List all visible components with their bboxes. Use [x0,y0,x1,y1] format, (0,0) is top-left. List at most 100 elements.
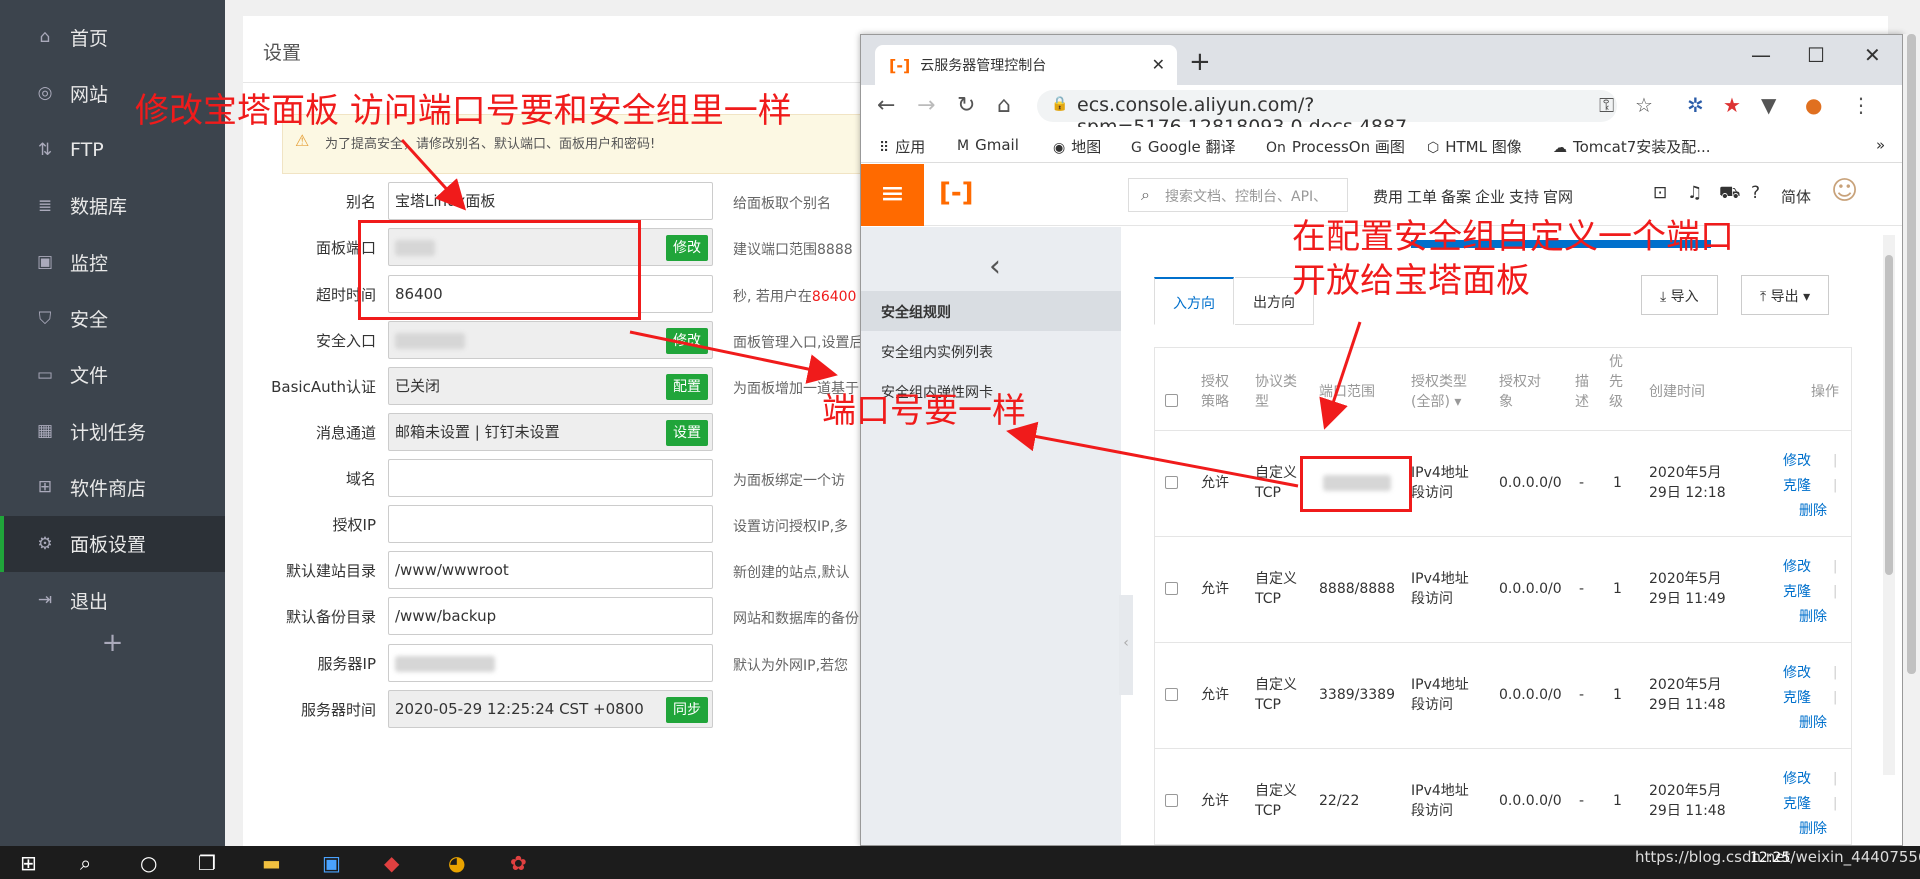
close-window-button[interactable]: ✕ [1864,43,1881,67]
bookmark[interactable]: ◉ 地图 [1053,136,1101,157]
row-action-modify[interactable]: 修改 [1783,555,1811,580]
field-action-button[interactable]: 同步 [666,697,708,723]
new-tab-button[interactable]: + [1189,47,1211,77]
minimize-button[interactable]: — [1751,43,1771,67]
row-action-modify[interactable]: 修改 [1783,449,1811,474]
field-action-button[interactable]: 修改 [666,235,708,261]
row-checkbox[interactable] [1165,688,1178,701]
avatar[interactable]: ☺ [1831,176,1858,206]
bookmark[interactable]: On ProcessOn 画图 [1266,136,1405,157]
row-action-delete[interactable]: 删除 [1799,499,1827,524]
header-link[interactable]: 官网 [1543,186,1573,207]
windows-start-icon[interactable]: ⊞ [20,851,37,875]
file-explorer-icon[interactable]: ▬ [262,851,281,875]
column-header[interactable]: 授权类型 (全部) ▾ [1411,372,1467,412]
field-input[interactable]: 2020-05-29 12:25:24 CST +0800 同步 [388,690,713,728]
row-action-clone[interactable]: 克隆 [1783,474,1811,499]
sidebar-item[interactable]: ▣ 监控 [0,234,225,290]
sidebar-item[interactable]: ⚙ 面板设置 [0,515,225,572]
sidebar-item[interactable]: ≣ 数据库 [0,178,225,234]
field-action-button[interactable]: 设置 [666,420,708,446]
row-action-modify[interactable]: 修改 [1783,661,1811,686]
back-icon[interactable]: ← [877,93,895,118]
sidebar-item[interactable]: ⛉ 安全 [0,291,225,347]
extension-icon[interactable]: ★ [1723,93,1741,117]
field-input[interactable]: 邮箱未设置 | 钉钉未设置 设置 [388,413,713,451]
row-action-delete[interactable]: 删除 [1799,605,1827,630]
add-icon[interactable]: + [0,628,225,658]
help-icon[interactable]: ? [1751,183,1760,203]
field-input[interactable]: /www/backup [388,597,713,635]
field-input[interactable] [388,644,713,682]
hamburger-menu-icon[interactable]: ≡ [861,164,924,226]
task-view-icon[interactable]: ❐ [198,851,216,875]
header-link[interactable]: 备案 [1441,186,1471,207]
sidebar-item[interactable]: ▦ 计划任务 [0,403,225,459]
sidebar-item[interactable]: ⌂ 首页 [0,9,225,65]
aliyun-search[interactable]: ⌕ 搜索文档、控制台、API、 [1128,178,1348,212]
row-action-modify[interactable]: 修改 [1783,767,1811,792]
chevron-left-icon[interactable]: ‹ [989,249,1001,284]
import-button[interactable]: ⤓ 导入 [1641,275,1718,315]
cortana-icon[interactable]: ○ [140,851,157,875]
browser-tab[interactable]: [-] 云服务器管理控制台 ✕ [875,45,1177,85]
language-switch[interactable]: 简体 [1781,186,1811,207]
chrome-icon[interactable]: ◕ [448,851,465,875]
row-action-clone[interactable]: 克隆 [1783,580,1811,605]
menu-item[interactable]: 安全组内实例列表 [861,331,1121,371]
forward-icon[interactable]: → [917,93,935,118]
export-button[interactable]: ⤒ 导出 ▾ [1741,275,1830,315]
row-action-delete[interactable]: 删除 [1799,817,1827,842]
field-input[interactable]: 宝塔Linux面板 [388,182,713,220]
search-icon[interactable]: ⌕ [80,851,91,875]
field-input[interactable] [388,459,713,497]
app-icon[interactable]: ✿ [510,851,527,875]
address-bar[interactable]: 🔒 ecs.console.aliyun.com/?spm=5176.12818… [1037,90,1617,138]
row-checkbox[interactable] [1165,794,1178,807]
bookmark[interactable]: M Gmail [957,136,1019,154]
sidebar-item[interactable]: ▭ 文件 [0,347,225,403]
home-icon[interactable]: ⌂ [997,93,1011,118]
app-icon[interactable]: ◆ [384,851,399,875]
collapse-handle[interactable]: ‹ [1119,595,1133,695]
bookmark[interactable]: ☁ Tomcat7安装及配... [1553,136,1711,157]
close-tab-icon[interactable]: ✕ [1152,55,1165,74]
sidebar-item[interactable]: ⊞ 软件商店 [0,459,225,515]
store-icon[interactable]: ▣ [322,851,341,875]
maximize-button[interactable]: ☐ [1807,43,1825,67]
extension-icon[interactable]: ✲ [1687,93,1704,117]
field-input[interactable] [388,505,713,543]
field-input[interactable]: 已关闭 配置 [388,367,713,405]
row-action-clone[interactable]: 克隆 [1783,792,1811,817]
row-action-delete[interactable]: 删除 [1799,711,1827,736]
row-checkbox[interactable] [1165,582,1178,595]
header-link[interactable]: 支持 [1509,186,1539,207]
reload-icon[interactable]: ↻ [957,93,975,118]
header-link[interactable]: 费用 [1373,186,1403,207]
star-icon[interactable]: ☆ [1635,93,1653,117]
row-action-clone[interactable]: 克隆 [1783,686,1811,711]
more-bookmarks-icon[interactable]: » [1876,136,1885,154]
key-icon[interactable]: ⚿ [1599,93,1614,117]
bookmark[interactable]: ⠿ 应用 [879,136,925,157]
bookmark[interactable]: ⬡ HTML 图像 [1427,136,1522,157]
row-checkbox[interactable] [1165,476,1178,489]
terminal-icon[interactable]: ⊡ [1653,183,1667,203]
bell-icon[interactable]: ♫ [1687,183,1702,203]
field-action-button[interactable]: 配置 [666,374,708,400]
page-scrollbar[interactable] [1903,34,1920,846]
cart-icon[interactable]: ⛟ [1719,183,1740,205]
profile-icon[interactable]: ● [1805,93,1822,117]
header-link[interactable]: 工单 [1407,186,1437,207]
header-link[interactable]: 企业 [1475,186,1505,207]
tab-inbound[interactable]: 入方向 [1154,277,1234,325]
bookmark[interactable]: G Google 翻译 [1131,136,1236,157]
select-all-checkbox[interactable] [1165,394,1178,407]
scrollbar[interactable] [1883,235,1895,775]
extension-icon[interactable]: ▼ [1761,93,1776,117]
menu-icon[interactable]: ⋮ [1851,93,1871,117]
menu-item[interactable]: 安全组规则 [861,291,1121,331]
field-input[interactable]: /www/wwwroot [388,551,713,589]
aliyun-logo[interactable]: [-] [939,178,974,208]
sidebar-item[interactable]: ⇥ 退出 [0,572,225,628]
